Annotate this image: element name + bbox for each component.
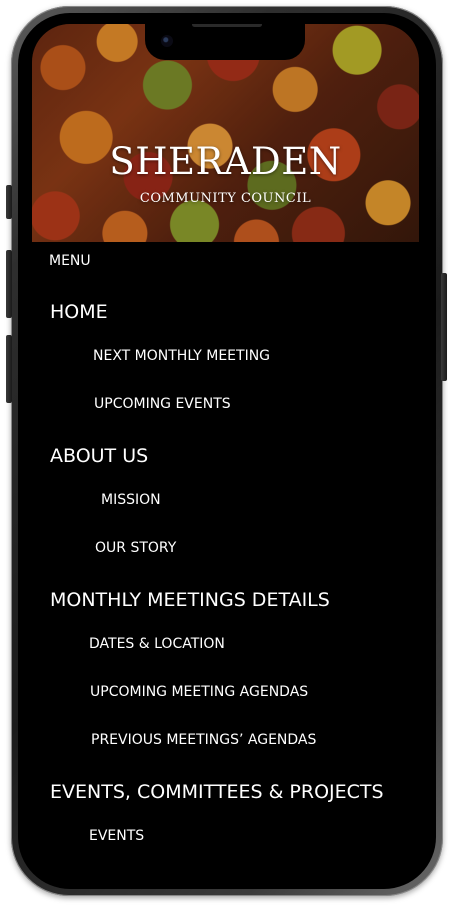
nav-item-next-monthly-meeting[interactable]: NEXT MONTHLY MEETING bbox=[93, 347, 270, 365]
volume-up-button bbox=[6, 250, 12, 318]
nav-item-upcoming-meeting-agendas[interactable]: UPCOMING MEETING AGENDAS bbox=[90, 683, 308, 701]
nav-item-our-story[interactable]: OUR STORY bbox=[95, 539, 176, 557]
site-subtitle: COMMUNITY COUNCIL bbox=[139, 191, 312, 206]
site-title: SHERADEN bbox=[109, 140, 342, 183]
nav-item-events-committees-projects[interactable]: EVENTS, COMMITTEES & PROJECTS bbox=[50, 780, 384, 804]
mute-switch bbox=[6, 185, 12, 219]
nav-item-dates-location[interactable]: DATES & LOCATION bbox=[89, 635, 225, 653]
phone-screen: SHERADEN COMMUNITY COUNCIL MENU HOME NEX… bbox=[32, 24, 419, 882]
nav-item-previous-meetings-agendas[interactable]: PREVIOUS MEETINGS’ AGENDAS bbox=[91, 731, 316, 749]
nav-item-upcoming-events[interactable]: UPCOMING EVENTS bbox=[94, 395, 231, 413]
menu-toggle[interactable]: MENU bbox=[49, 252, 91, 270]
power-button bbox=[441, 273, 447, 381]
nav-item-home[interactable]: HOME bbox=[50, 300, 108, 324]
nav-item-monthly-meetings-details[interactable]: MONTHLY MEETINGS DETAILS bbox=[50, 588, 330, 612]
nav-item-mission[interactable]: MISSION bbox=[101, 491, 161, 509]
volume-down-button bbox=[6, 335, 12, 403]
nav-item-about-us[interactable]: ABOUT US bbox=[50, 444, 148, 468]
nav-item-events[interactable]: EVENTS bbox=[89, 827, 144, 845]
camera-icon bbox=[161, 35, 173, 47]
speaker-grille bbox=[192, 24, 262, 27]
